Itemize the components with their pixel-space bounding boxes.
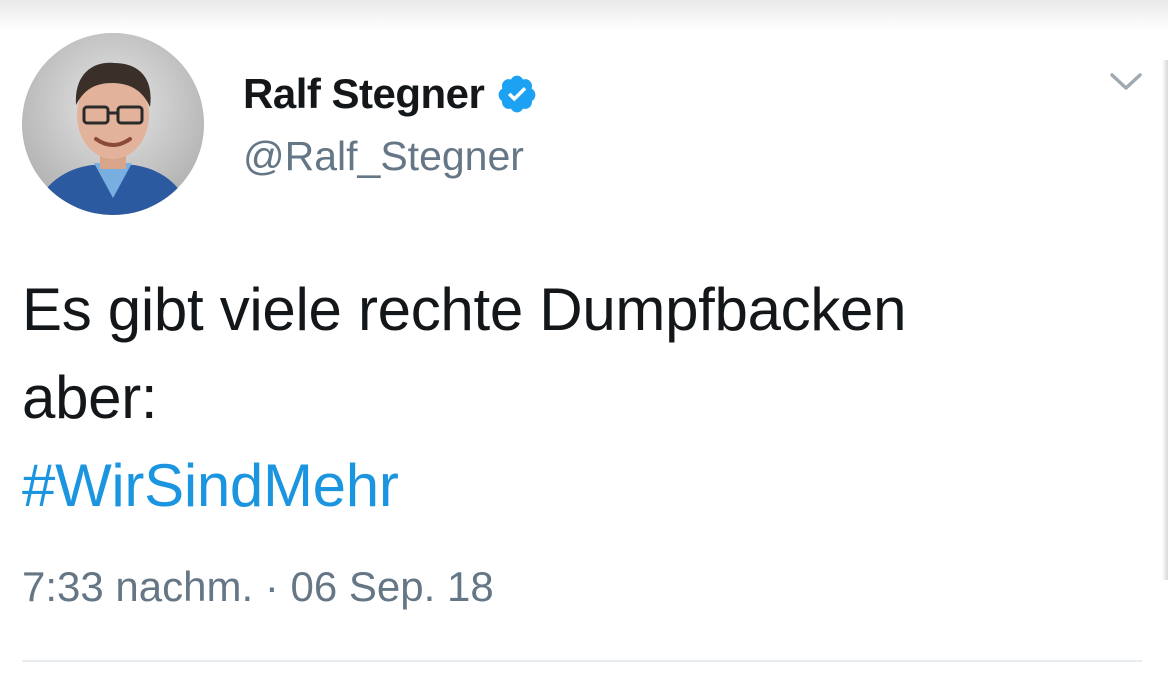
hashtag-link[interactable]: #WirSindMehr [22, 442, 399, 530]
divider [22, 660, 1142, 662]
tweet-time: 7:33 nachm. [22, 563, 254, 610]
tweet-text-line-2: aber: [22, 364, 158, 431]
avatar[interactable] [22, 33, 204, 215]
tweet-card: Ralf Stegner @Ralf_Stegner Es gibt viele… [0, 0, 1168, 699]
chevron-down-icon [1110, 73, 1142, 90]
tweet-date: 06 Sep. 18 [290, 563, 494, 610]
author-name-row[interactable]: Ralf Stegner [243, 68, 538, 120]
tweet-menu-button[interactable] [1100, 62, 1152, 102]
author-handle[interactable]: @Ralf_Stegner [243, 133, 524, 180]
tweet-timestamp[interactable]: 7:33 nachm. · 06 Sep. 18 [22, 563, 494, 611]
timestamp-separator: · [264, 563, 279, 610]
author-display-name[interactable]: Ralf Stegner [243, 70, 485, 118]
tweet-text-line-1: Es gibt viele rechte Dumpfbacken [22, 276, 907, 343]
verified-badge-icon [496, 73, 538, 115]
tweet-text: Es gibt viele rechte Dumpfbacken aber: #… [22, 266, 1152, 530]
